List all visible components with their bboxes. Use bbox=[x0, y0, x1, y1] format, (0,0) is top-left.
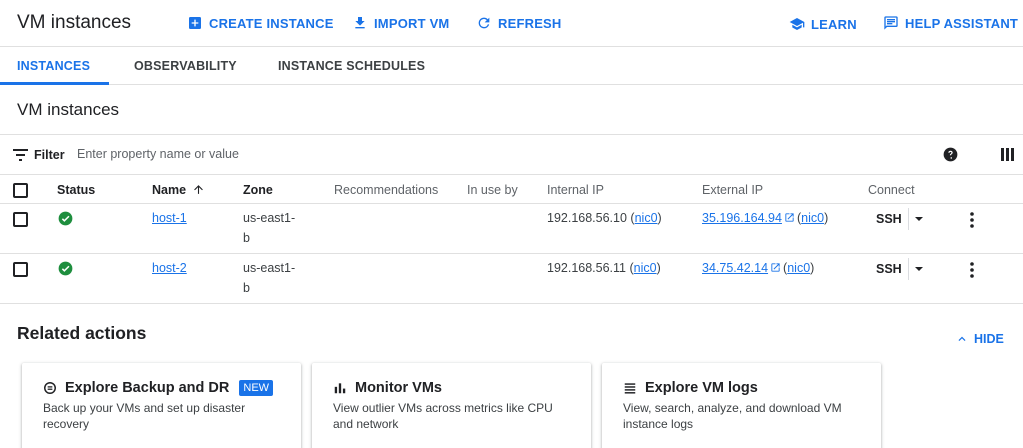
chevron-up-icon bbox=[958, 336, 966, 341]
active-tab-indicator bbox=[0, 82, 109, 85]
backup-icon bbox=[44, 382, 56, 394]
columns-icon[interactable] bbox=[1001, 148, 1014, 161]
check-circle-icon bbox=[58, 261, 73, 276]
select-all-checkbox[interactable] bbox=[13, 183, 28, 198]
section-title: VM instances bbox=[17, 100, 120, 119]
top-header: VM instances CREATE INSTANCE IMPORT VM R… bbox=[0, 0, 1023, 47]
open-external-icon[interactable] bbox=[784, 212, 795, 223]
sort-ascending-icon[interactable] bbox=[192, 183, 205, 196]
card-header: Monitor VMs bbox=[333, 380, 442, 396]
tab-observability[interactable]: OBSERVABILITY bbox=[134, 59, 237, 73]
ssh-divider bbox=[908, 258, 909, 280]
nic-link[interactable]: nic0 bbox=[634, 261, 657, 275]
column-zone[interactable]: Zone bbox=[243, 183, 273, 197]
table-header: Status Name Zone Recommendations In use … bbox=[0, 175, 1023, 204]
card-title: Explore VM logs bbox=[645, 380, 758, 396]
external-ip-link[interactable]: 34.75.42.14 bbox=[702, 261, 768, 275]
zone-cell: us-east1- b bbox=[243, 208, 295, 248]
external-ip-link[interactable]: 35.196.164.94 bbox=[702, 211, 782, 225]
chat-icon bbox=[884, 16, 898, 30]
zone-text: b bbox=[243, 281, 250, 295]
add-box-icon bbox=[189, 17, 201, 29]
create-instance-label: CREATE INSTANCE bbox=[209, 15, 334, 31]
card-description: Back up your VMs and set up disaster rec… bbox=[43, 401, 246, 431]
card-description: View outlier VMs across metrics like CPU… bbox=[333, 401, 553, 431]
nic-link[interactable]: nic0 bbox=[801, 211, 824, 225]
hide-button[interactable]: HIDE bbox=[955, 332, 1004, 346]
column-external-ip[interactable]: External IP bbox=[702, 183, 763, 197]
refresh-icon bbox=[478, 17, 490, 29]
tab-instance-schedules[interactable]: INSTANCE SCHEDULES bbox=[278, 59, 425, 73]
filter-bar: Filter bbox=[0, 134, 1023, 175]
zone-text: us-east1- bbox=[243, 261, 296, 275]
help-assistant-button[interactable]: HELP ASSISTANT bbox=[883, 14, 1018, 32]
internal-ip-cell: 192.168.56.10 (nic0) bbox=[547, 211, 662, 225]
card-description: View, search, analyze, and download VM i… bbox=[623, 401, 842, 431]
refresh-label: REFRESH bbox=[498, 15, 562, 31]
refresh-button[interactable]: REFRESH bbox=[476, 14, 562, 32]
row-checkbox[interactable] bbox=[13, 262, 28, 277]
card-header: Explore VM logs bbox=[623, 380, 758, 396]
filter-icon[interactable] bbox=[13, 149, 28, 161]
card-header: Explore Backup and DR NEW bbox=[43, 380, 274, 396]
open-external-icon[interactable] bbox=[770, 262, 781, 273]
tab-instances[interactable]: INSTANCES bbox=[17, 59, 90, 73]
column-internal-ip[interactable]: Internal IP bbox=[547, 183, 604, 197]
backup-dr-card[interactable]: Explore Backup and DR NEW Back up your V… bbox=[22, 363, 301, 448]
caret-down-icon[interactable] bbox=[914, 214, 924, 224]
import-vm-label: IMPORT VM bbox=[374, 15, 450, 31]
card-title: Monitor VMs bbox=[355, 380, 442, 396]
nic-link[interactable]: nic0 bbox=[787, 261, 810, 275]
row-checkbox[interactable] bbox=[13, 212, 28, 227]
external-ip-cell: 34.75.42.14 (nic0) bbox=[702, 261, 815, 275]
column-connect[interactable]: Connect bbox=[868, 183, 915, 197]
ssh-divider bbox=[908, 208, 909, 230]
hide-label: HIDE bbox=[974, 332, 1004, 346]
zone-cell: us-east1- b bbox=[243, 258, 295, 298]
nic-link[interactable]: nic0 bbox=[635, 211, 658, 225]
monitor-vms-card[interactable]: Monitor VMs View outlier VMs across metr… bbox=[312, 363, 591, 448]
tab-bar: INSTANCES OBSERVABILITY INSTANCE SCHEDUL… bbox=[0, 47, 1023, 85]
column-in-use-by[interactable]: In use by bbox=[467, 183, 518, 197]
ssh-button[interactable]: SSH bbox=[876, 212, 902, 226]
create-instance-button[interactable]: CREATE INSTANCE bbox=[187, 14, 334, 32]
column-status[interactable]: Status bbox=[57, 183, 95, 197]
instance-name-link[interactable]: host-2 bbox=[152, 258, 187, 278]
related-actions-title: Related actions bbox=[17, 323, 147, 343]
column-name[interactable]: Name bbox=[152, 183, 186, 197]
school-icon bbox=[789, 18, 805, 30]
column-recommendations[interactable]: Recommendations bbox=[334, 183, 438, 197]
filter-input[interactable] bbox=[77, 147, 477, 161]
bar-chart-icon bbox=[334, 383, 346, 394]
table-row: host-1 us-east1- b 192.168.56.10 (nic0) … bbox=[0, 204, 1023, 254]
caret-down-icon[interactable] bbox=[914, 264, 924, 274]
more-vert-icon[interactable] bbox=[970, 212, 974, 228]
internal-ip-cell: 192.168.56.11 (nic0) bbox=[547, 261, 661, 275]
card-title: Explore Backup and DR bbox=[65, 380, 230, 396]
learn-label: LEARN bbox=[811, 16, 857, 32]
help-icon[interactable] bbox=[943, 147, 958, 162]
logs-icon bbox=[624, 383, 636, 394]
internal-ip: 192.168.56.10 bbox=[547, 211, 627, 225]
new-badge: NEW bbox=[239, 380, 274, 396]
import-icon bbox=[355, 17, 365, 29]
ssh-button[interactable]: SSH bbox=[876, 262, 902, 276]
zone-text: b bbox=[243, 231, 250, 245]
internal-ip: 192.168.56.11 bbox=[547, 261, 627, 275]
import-vm-button[interactable]: IMPORT VM bbox=[352, 14, 449, 32]
page-title: VM instances bbox=[17, 12, 132, 33]
more-vert-icon[interactable] bbox=[970, 262, 974, 278]
table-row: host-2 us-east1- b 192.168.56.11 (nic0) … bbox=[0, 254, 1023, 304]
zone-text: us-east1- bbox=[243, 211, 296, 225]
instance-name-link[interactable]: host-1 bbox=[152, 208, 187, 228]
external-ip-cell: 35.196.164.94 (nic0) bbox=[702, 211, 829, 225]
learn-button[interactable]: LEARN bbox=[789, 15, 857, 33]
help-assistant-label: HELP ASSISTANT bbox=[905, 15, 1019, 31]
filter-label: Filter bbox=[34, 148, 65, 162]
check-circle-icon bbox=[58, 211, 73, 226]
vm-logs-card[interactable]: Explore VM logs View, search, analyze, a… bbox=[602, 363, 881, 448]
